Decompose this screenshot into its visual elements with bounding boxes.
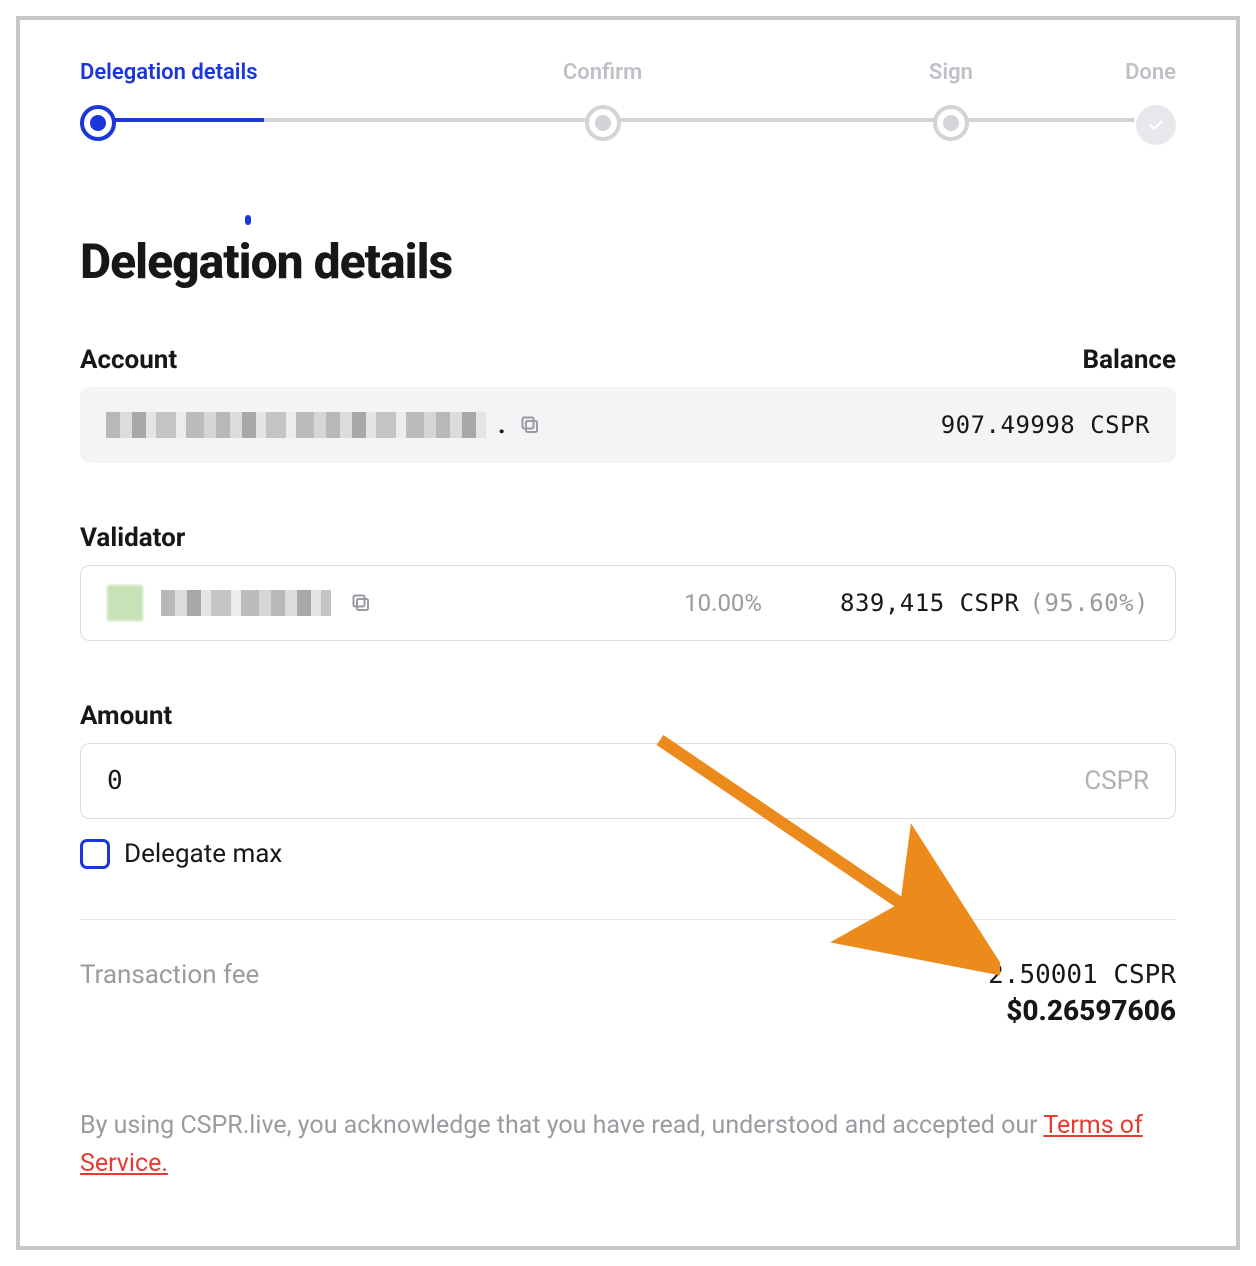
step-dot-icon [80, 105, 116, 141]
validator-avatar [107, 585, 143, 621]
step-sign: Sign [777, 60, 1125, 141]
step-delegation-details[interactable]: Delegation details [80, 60, 428, 141]
disclaimer-text: By using CSPR.live, you acknowledge that… [80, 1107, 1176, 1182]
checkmark-icon [1136, 105, 1176, 145]
account-box: . 907.49998 CSPR [80, 387, 1176, 463]
progress-stepper: Delegation details Confirm Sign Done [80, 60, 1176, 145]
validator-selector[interactable]: 10.00% 839,415 CSPR (95.60%) [80, 565, 1176, 641]
step-label: Confirm [563, 60, 642, 85]
amount-unit: CSPR [1084, 766, 1149, 796]
account-balance-value: 907.49998 CSPR [941, 411, 1150, 439]
step-label: Sign [929, 60, 973, 85]
validator-name-redacted [161, 590, 331, 616]
step-confirm: Confirm [428, 60, 776, 141]
validator-stake-pct: (95.60%) [1029, 589, 1149, 617]
checkbox-icon[interactable] [80, 839, 110, 869]
amount-input[interactable] [107, 766, 732, 796]
delegate-max-label: Delegate max [124, 839, 282, 869]
transaction-fee-label: Transaction fee [80, 960, 259, 990]
step-dot-icon [585, 105, 621, 141]
step-label: Done [1125, 60, 1176, 85]
delegate-max-checkbox[interactable]: Delegate max [80, 839, 1176, 869]
transaction-fee-usd: $0.26597606 [988, 994, 1176, 1027]
divider [80, 919, 1176, 920]
transaction-fee-cspr: 2.50001 CSPR [988, 960, 1176, 990]
step-line-active [114, 118, 264, 122]
address-separator: . [498, 410, 506, 440]
amount-label: Amount [80, 701, 172, 731]
step-line-inactive [264, 118, 1134, 122]
validator-stake-amount: 839,415 CSPR [840, 589, 1019, 617]
account-address-redacted [106, 412, 486, 438]
step-dot-icon [933, 105, 969, 141]
amount-field-wrapper: CSPR [80, 743, 1176, 819]
transaction-fee-row: Transaction fee 2.50001 CSPR $0.26597606 [80, 960, 1176, 1027]
copy-icon[interactable] [518, 413, 542, 437]
step-label: Delegation details [80, 60, 258, 85]
balance-label: Balance [1083, 345, 1176, 375]
copy-icon[interactable] [349, 591, 373, 615]
accent-dot [245, 215, 251, 225]
validator-fee-pct: 10.00% [684, 589, 762, 617]
validator-label: Validator [80, 523, 185, 553]
account-label: Account [80, 345, 177, 375]
page-title: Delegation details [80, 233, 1176, 290]
step-done: Done [1125, 60, 1176, 145]
